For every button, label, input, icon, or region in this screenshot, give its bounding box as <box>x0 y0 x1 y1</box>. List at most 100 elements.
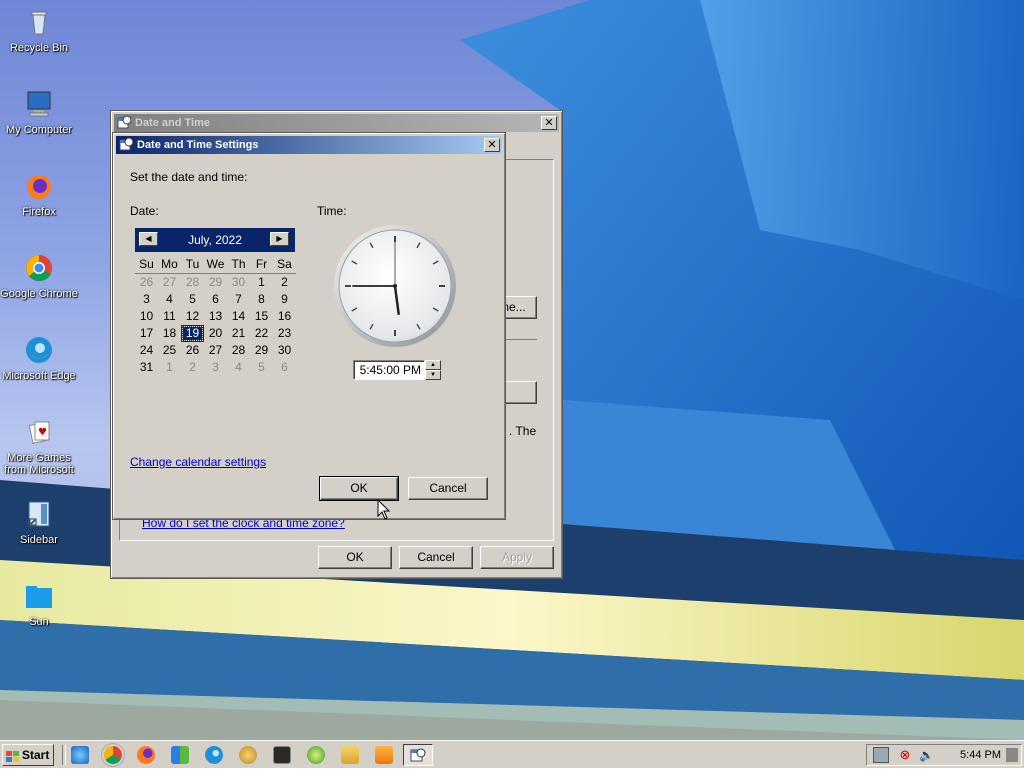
time-spin-up[interactable]: ▲ <box>425 360 441 370</box>
calendar-day[interactable]: 16 <box>273 308 296 325</box>
date-time-icon <box>117 115 132 132</box>
svg-text:♥: ♥ <box>38 427 47 438</box>
apply-button[interactable]: Apply <box>480 546 554 569</box>
calendar-day[interactable]: 20 <box>204 325 227 342</box>
calendar-day[interactable]: 25 <box>158 342 181 359</box>
date-label: Date: <box>130 204 159 218</box>
weekday-header: We <box>204 256 227 274</box>
calendar-day[interactable]: 2 <box>273 274 296 291</box>
explorer-icon[interactable] <box>341 746 359 764</box>
desktop-icon-recycle-bin[interactable]: Recycle Bin <box>0 6 78 54</box>
calendar-day[interactable]: 1 <box>158 359 181 376</box>
partial-text: . The <box>509 424 537 438</box>
calendar-day[interactable]: 22 <box>250 325 273 342</box>
paint-icon[interactable] <box>239 746 257 764</box>
calendar-day[interactable]: 24 <box>135 342 158 359</box>
time-input[interactable]: 5:45:00 PM <box>353 360 425 380</box>
dialog-title: Date and Time Settings <box>137 139 259 151</box>
date-time-icon <box>410 747 426 766</box>
outer-ok-button[interactable]: OK <box>318 546 392 569</box>
taskbar-separator <box>62 745 66 765</box>
network-icon[interactable] <box>873 747 889 763</box>
calendar-day[interactable]: 5 <box>181 291 204 308</box>
calendar-day[interactable]: 19 <box>181 325 204 342</box>
security-alert-icon[interactable]: ⊗ <box>897 747 913 763</box>
media-icon[interactable] <box>375 746 393 764</box>
chrome-icon[interactable] <box>102 744 124 766</box>
calendar-day[interactable]: 1 <box>250 274 273 291</box>
start-button[interactable]: Start <box>2 744 54 766</box>
calendar-day[interactable]: 28 <box>181 274 204 291</box>
date-time-icon <box>119 137 134 154</box>
show-desktop-icon[interactable] <box>1006 748 1018 762</box>
computer-icon <box>23 88 55 120</box>
calendar-day[interactable]: 10 <box>135 308 158 325</box>
dialog-cancel-button[interactable]: Cancel <box>408 477 488 500</box>
recycle-bin-icon <box>23 6 55 38</box>
next-month-button[interactable]: ▶ <box>270 232 289 246</box>
desktop-icon-sidebar[interactable]: Sidebar <box>0 498 78 546</box>
outer-cancel-button[interactable]: Cancel <box>399 546 473 569</box>
desktop-icon-more-games[interactable]: ♥ More Games from Microsoft <box>0 416 78 476</box>
desktop-icon-my-computer[interactable]: My Computer <box>0 88 78 136</box>
calendar-day[interactable]: 9 <box>273 291 296 308</box>
desktop-icon-microsoft-edge[interactable]: Microsoft Edge <box>0 334 78 382</box>
dialog-ok-button[interactable]: OK <box>319 476 399 501</box>
calendar-day[interactable]: 26 <box>135 274 158 291</box>
calendar-day[interactable]: 6 <box>204 291 227 308</box>
calendar-day[interactable]: 14 <box>227 308 250 325</box>
desktop-icon-firefox[interactable]: Firefox <box>0 170 78 218</box>
date-and-time-titlebar[interactable]: Date and Time ✕ <box>114 114 559 132</box>
calendar-day[interactable]: 17 <box>135 325 158 342</box>
weekday-header: Tu <box>181 256 204 274</box>
desktop-icon-google-chrome[interactable]: Google Chrome <box>0 252 78 300</box>
calendar-day[interactable]: 8 <box>250 291 273 308</box>
volume-icon[interactable]: 🔈 <box>919 747 935 763</box>
dialog-close-button[interactable]: ✕ <box>484 138 500 152</box>
calendar-day[interactable]: 5 <box>250 359 273 376</box>
outer-close-button[interactable]: ✕ <box>541 116 557 130</box>
calendar-day[interactable]: 23 <box>273 325 296 342</box>
calendar-day[interactable]: 29 <box>250 342 273 359</box>
calendar-day[interactable]: 6 <box>273 359 296 376</box>
calendar-day[interactable]: 15 <box>250 308 273 325</box>
calendar-day[interactable]: 4 <box>158 291 181 308</box>
calendar-day[interactable]: 3 <box>204 359 227 376</box>
ie-icon[interactable] <box>71 746 89 764</box>
calendar-day[interactable]: 18 <box>158 325 181 342</box>
partial-button[interactable] <box>503 381 537 404</box>
calendar-day[interactable]: 13 <box>204 308 227 325</box>
calendar-day[interactable]: 27 <box>158 274 181 291</box>
change-calendar-settings-link[interactable]: Change calendar settings <box>130 455 266 469</box>
separator <box>503 339 537 340</box>
windows-icon[interactable] <box>171 746 189 764</box>
calendar-day[interactable]: 27 <box>204 342 227 359</box>
firefox-icon[interactable] <box>137 746 155 764</box>
calendar-day[interactable]: 21 <box>227 325 250 342</box>
calendar-day[interactable]: 28 <box>227 342 250 359</box>
xbox-icon[interactable] <box>307 746 325 764</box>
taskbar-clock[interactable]: 5:44 PM <box>960 749 1001 761</box>
calendar-day[interactable]: 26 <box>181 342 204 359</box>
instruction-text: Set the date and time: <box>130 170 248 184</box>
calendar-day[interactable]: 12 <box>181 308 204 325</box>
calendar-day[interactable]: 30 <box>273 342 296 359</box>
calendar-day[interactable]: 31 <box>135 359 158 376</box>
desktop-icon-sun[interactable]: Sun <box>0 580 78 628</box>
dialog-titlebar[interactable]: Date and Time Settings ✕ <box>116 136 502 154</box>
edge-icon[interactable] <box>205 746 223 764</box>
calendar-day[interactable]: 2 <box>181 359 204 376</box>
calendar-day[interactable]: 7 <box>227 291 250 308</box>
calendar-header: ◀ July, 2022 ▶ <box>135 228 295 252</box>
calendar-day[interactable]: 3 <box>135 291 158 308</box>
sidebar-icon <box>23 498 55 530</box>
system-tray: ⊗ 🔈 5:44 PM <box>866 744 1022 766</box>
calendar-day[interactable]: 30 <box>227 274 250 291</box>
terminal-icon[interactable] <box>273 746 291 764</box>
date-time-taskbar-button[interactable] <box>403 744 433 766</box>
calendar-day[interactable]: 29 <box>204 274 227 291</box>
calendar-day[interactable]: 11 <box>158 308 181 325</box>
calendar-day[interactable]: 4 <box>227 359 250 376</box>
games-icon: ♥ <box>23 416 55 448</box>
time-spin-down[interactable]: ▼ <box>425 370 441 380</box>
